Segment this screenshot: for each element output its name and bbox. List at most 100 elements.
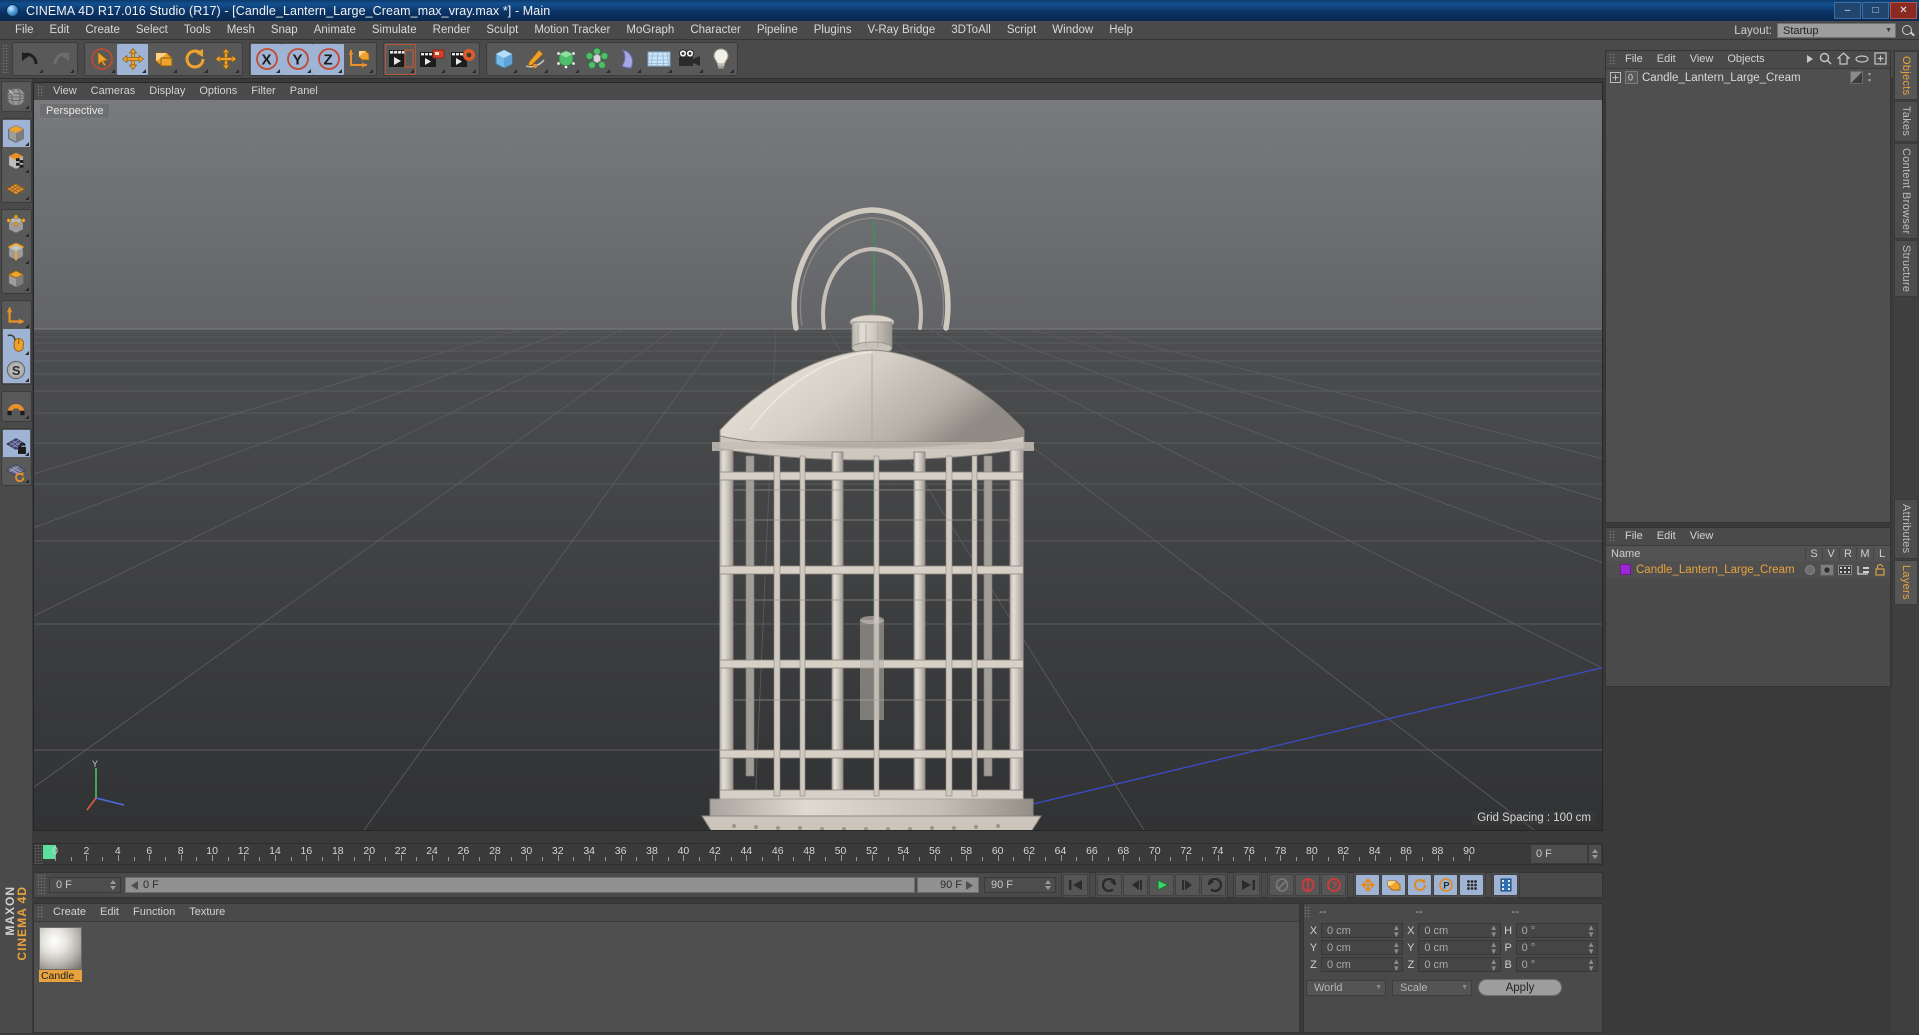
menu-render[interactable]: Render bbox=[425, 21, 479, 40]
dropdown-corner-icon[interactable] bbox=[24, 260, 29, 264]
undo-view-button[interactable] bbox=[2, 83, 30, 110]
spinner-icon[interactable]: ▲ ▼ bbox=[1587, 923, 1595, 938]
planar-workplane-button[interactable] bbox=[2, 457, 30, 484]
position-x-field[interactable]: 0 cm ▲ ▼ bbox=[1321, 923, 1404, 938]
fit-icon[interactable] bbox=[1874, 52, 1887, 65]
spinner-icon[interactable]: ▲ ▼ bbox=[1490, 923, 1498, 938]
layer-column-s[interactable]: S bbox=[1805, 547, 1822, 560]
range-start-spinner-icon[interactable] bbox=[109, 879, 117, 891]
enable-axis-button[interactable] bbox=[2, 302, 30, 329]
layer-manager-drag-handle[interactable] bbox=[1609, 530, 1616, 543]
keyframe-help-button[interactable]: ? bbox=[1321, 874, 1346, 896]
dropdown-corner-icon[interactable] bbox=[24, 324, 29, 328]
soft-selection-button[interactable]: S bbox=[2, 356, 30, 383]
dropdown-corner-icon[interactable] bbox=[24, 415, 29, 419]
dropdown-corner-icon[interactable] bbox=[699, 68, 703, 73]
model-mode-button[interactable] bbox=[2, 120, 30, 147]
dropdown-corner-icon[interactable] bbox=[24, 452, 29, 456]
position-z-field[interactable]: 0 cm ▲ ▼ bbox=[1321, 957, 1404, 972]
dropdown-corner-icon[interactable] bbox=[24, 351, 29, 355]
lock-y-button[interactable]: Y bbox=[282, 43, 313, 75]
timeline-track[interactable]: 0 2 4 6 8 10 12 14 16 18 20 22 24 26 28 30 32 34 36 38 40 42 4… bbox=[43, 844, 1530, 864]
timeline-ruler[interactable]: 0 2 4 6 8 10 12 14 16 18 20 22 24 26 28 30 32 34 36 38 40 42 4… bbox=[33, 843, 1603, 865]
scale-tool-button[interactable] bbox=[148, 43, 179, 75]
spinner-icon[interactable]: ▲ ▼ bbox=[1490, 957, 1498, 972]
autokey-button[interactable] bbox=[1269, 874, 1294, 896]
edges-mode-button[interactable] bbox=[2, 238, 30, 265]
spinner-icon[interactable]: ▲ ▼ bbox=[1587, 940, 1595, 955]
dropdown-corner-icon[interactable] bbox=[441, 68, 445, 73]
tab-layers[interactable]: Layers bbox=[1894, 559, 1918, 605]
play-button[interactable] bbox=[1149, 874, 1174, 896]
material-thumbnail[interactable] bbox=[39, 927, 82, 970]
menu-simulate[interactable]: Simulate bbox=[364, 21, 425, 40]
menu-motion-tracker[interactable]: Motion Tracker bbox=[526, 21, 618, 40]
time-range-end-bar[interactable]: 90 F bbox=[917, 877, 979, 893]
object-menu-view[interactable]: View bbox=[1683, 51, 1721, 68]
dropdown-corner-icon[interactable] bbox=[606, 68, 610, 73]
material-menu-function[interactable]: Function bbox=[126, 904, 182, 921]
points-mode-button[interactable] bbox=[2, 211, 30, 238]
lock-z-button[interactable]: Z bbox=[313, 43, 344, 75]
spinner-icon[interactable]: ▲ ▼ bbox=[1392, 957, 1400, 972]
lock-toggle-icon[interactable] bbox=[1874, 563, 1886, 576]
layer-menu-edit[interactable]: Edit bbox=[1650, 528, 1683, 545]
size-z-field[interactable]: 0 cm ▲ ▼ bbox=[1418, 957, 1501, 972]
tab-structure[interactable]: Structure bbox=[1894, 240, 1918, 298]
dropdown-corner-icon[interactable] bbox=[111, 68, 115, 73]
move-alt-tool-button[interactable] bbox=[210, 43, 241, 75]
select-tool-button[interactable] bbox=[86, 43, 117, 75]
dropdown-corner-icon[interactable] bbox=[544, 68, 548, 73]
tab-content-browser[interactable]: Content Browser bbox=[1894, 142, 1918, 240]
size-y-field[interactable]: 0 cm ▲ ▼ bbox=[1418, 940, 1501, 955]
range-end-field[interactable]: 90 F bbox=[984, 877, 1056, 893]
viewport-menu-view[interactable]: View bbox=[46, 83, 84, 100]
material-menu-texture[interactable]: Texture bbox=[182, 904, 232, 921]
spinner-icon[interactable]: ▲ ▼ bbox=[1587, 957, 1595, 972]
dropdown-corner-icon[interactable] bbox=[204, 68, 208, 73]
undo-button[interactable] bbox=[14, 43, 45, 75]
range-start-field[interactable]: 0 F bbox=[49, 877, 121, 893]
expand-icon[interactable] bbox=[1610, 72, 1621, 83]
viewport-menu-panel[interactable]: Panel bbox=[283, 83, 325, 100]
rotation-p-field[interactable]: 0 ° ▲ ▼ bbox=[1515, 940, 1598, 955]
viewport-drag-handle[interactable] bbox=[37, 85, 44, 98]
size-x-field[interactable]: 0 cm ▲ ▼ bbox=[1418, 923, 1501, 938]
world-object-coordinates-button[interactable] bbox=[344, 43, 375, 75]
scale-key-button[interactable] bbox=[1381, 874, 1406, 896]
object-manager-drag-handle[interactable] bbox=[1609, 53, 1616, 66]
add-deformer-button[interactable] bbox=[612, 43, 643, 75]
dropdown-corner-icon[interactable] bbox=[24, 233, 29, 237]
dropdown-corner-icon[interactable] bbox=[173, 68, 177, 73]
position-key-button[interactable] bbox=[1355, 874, 1380, 896]
menu-file[interactable]: File bbox=[7, 21, 42, 40]
current-frame-field[interactable]: 0 F bbox=[1530, 844, 1588, 864]
menu-create[interactable]: Create bbox=[77, 21, 128, 40]
transport-drag-handle[interactable] bbox=[37, 874, 46, 896]
close-button[interactable]: ✕ bbox=[1890, 2, 1917, 19]
coordinates-drag-handle[interactable] bbox=[1304, 905, 1311, 919]
dropdown-corner-icon[interactable] bbox=[472, 68, 476, 73]
viewport-menu-options[interactable]: Options bbox=[192, 83, 244, 100]
layer-column-v[interactable]: V bbox=[1822, 547, 1839, 560]
material-menu-create[interactable]: Create bbox=[46, 904, 93, 921]
param-key-button[interactable]: P bbox=[1433, 874, 1458, 896]
layer-column-m[interactable]: M bbox=[1856, 547, 1873, 560]
record-active-objects-button[interactable] bbox=[1295, 874, 1320, 896]
step-forward-button[interactable] bbox=[1175, 874, 1200, 896]
home-icon[interactable] bbox=[1837, 52, 1850, 65]
menu-help[interactable]: Help bbox=[1101, 21, 1141, 40]
menu-animate[interactable]: Animate bbox=[306, 21, 364, 40]
spinner-icon[interactable]: ▲ ▼ bbox=[1490, 940, 1498, 955]
position-y-field[interactable]: 0 cm ▲ ▼ bbox=[1321, 940, 1404, 955]
dropdown-corner-icon[interactable] bbox=[24, 105, 29, 109]
minimize-button[interactable]: – bbox=[1834, 2, 1861, 19]
polygons-mode-button[interactable] bbox=[2, 265, 30, 292]
menu-snap[interactable]: Snap bbox=[263, 21, 306, 40]
viewport-canvas[interactable]: Perspective Grid Spacing : 100 cm Y bbox=[34, 100, 1602, 830]
render-toggle-icon[interactable] bbox=[1838, 564, 1852, 576]
coordinate-mode-dropdown[interactable]: Scale ▼ bbox=[1392, 979, 1472, 996]
layer-column-l[interactable]: L bbox=[1873, 547, 1890, 560]
layer-menu-view[interactable]: View bbox=[1683, 528, 1721, 545]
layer-column-r[interactable]: R bbox=[1839, 547, 1856, 560]
